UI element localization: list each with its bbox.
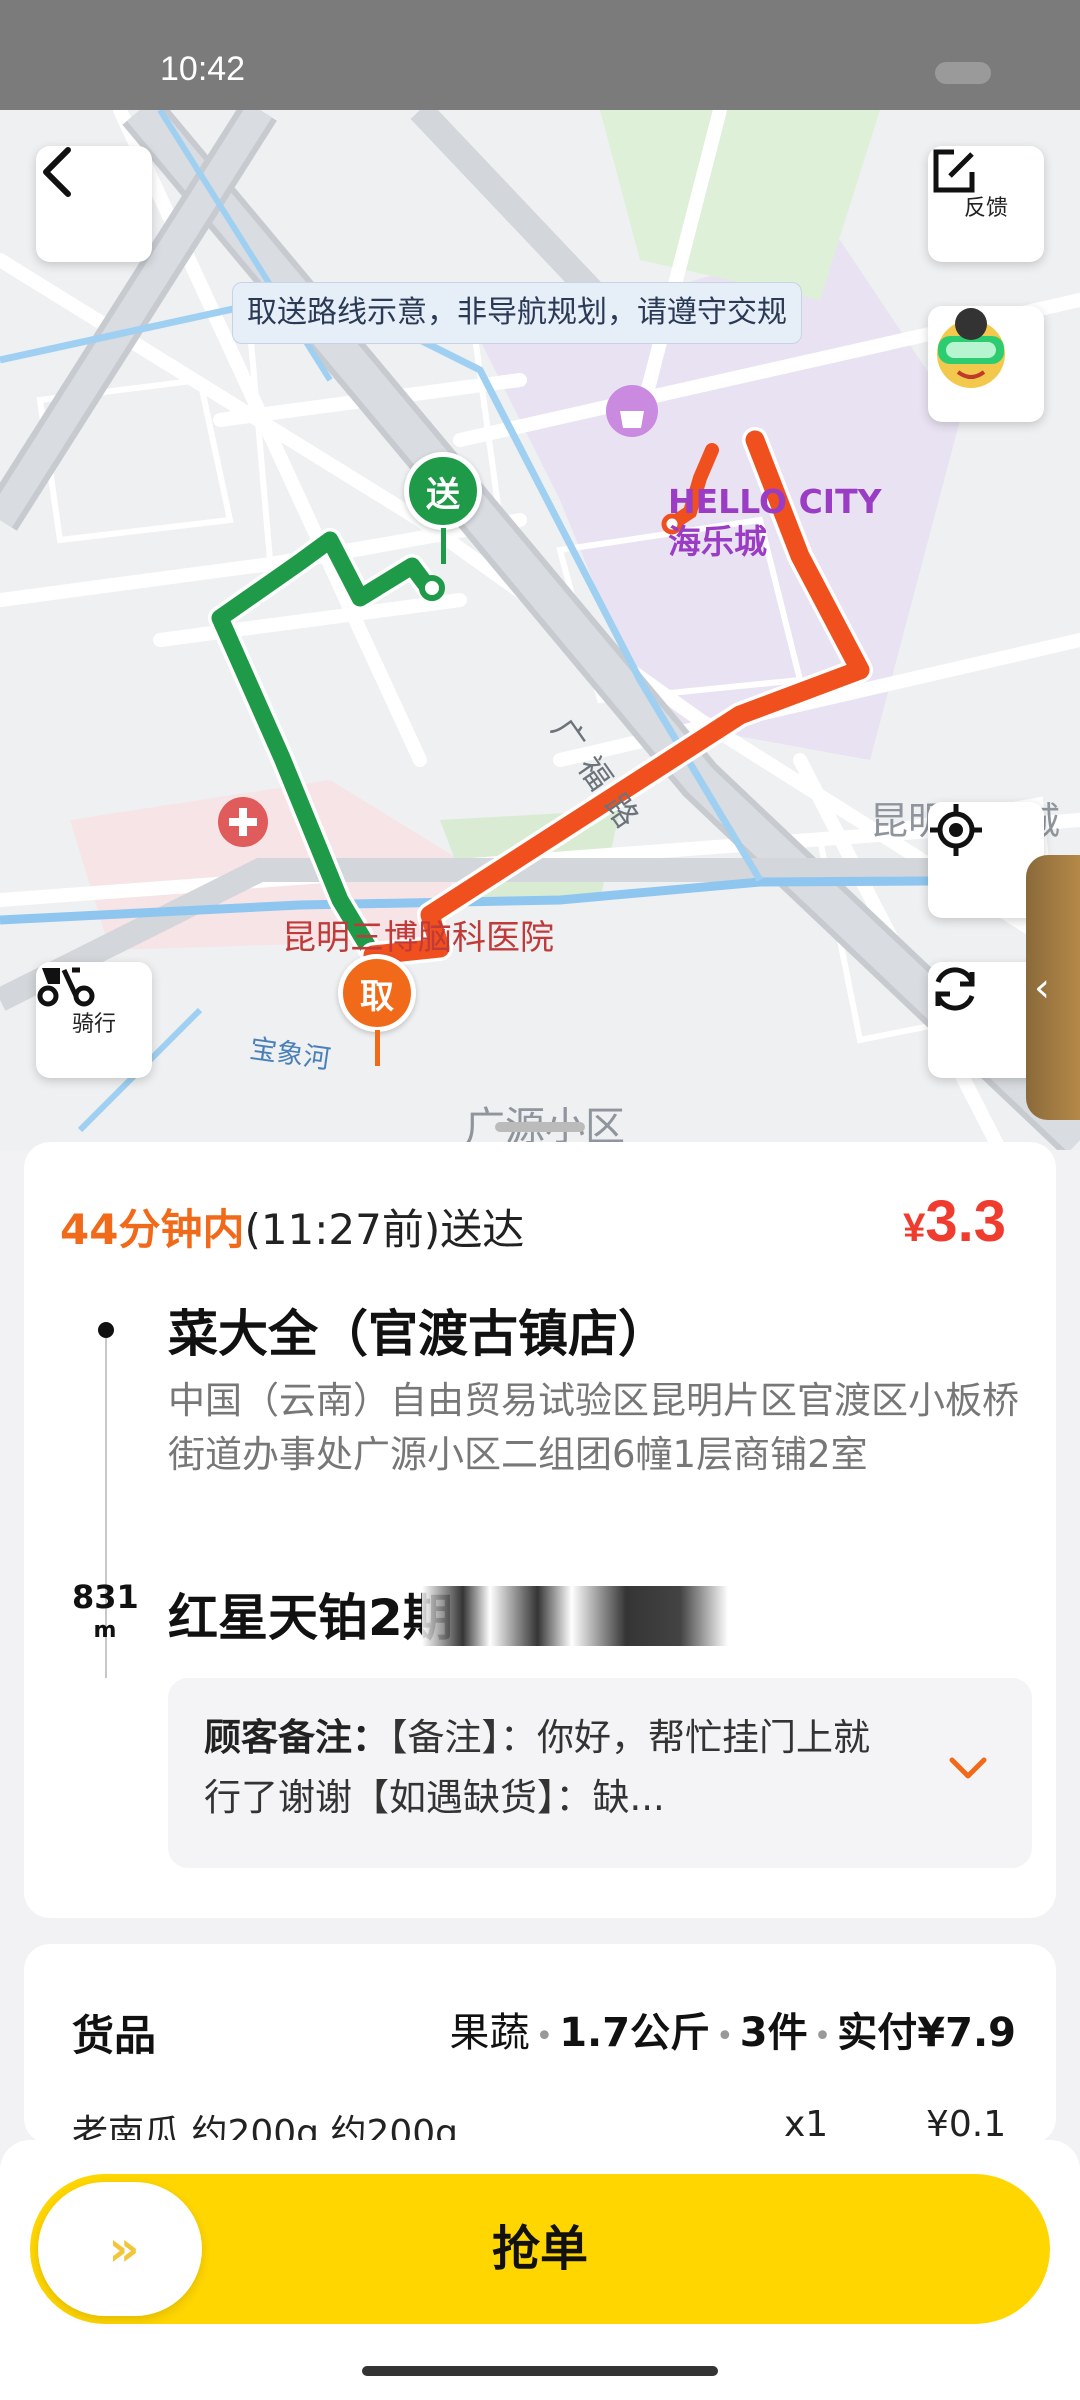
separator-dot: •	[813, 2019, 832, 2054]
slider-knob[interactable]: »	[38, 2182, 202, 2316]
shop-address: 中国（云南）自由贸易试验区昆明片区官渡区小板桥街道办事处广源小区二组团6幢1层商…	[168, 1379, 1019, 1476]
status-indicators	[935, 62, 991, 84]
destination-redaction	[422, 1586, 762, 1646]
route-map[interactable]: 送 取 广福路 HELLO CITY 海乐城 昆明世纪城 昆明三博脑科医院 宝象…	[0, 110, 1080, 1150]
assistant-avatar-button[interactable]	[928, 306, 1044, 422]
home-indicator[interactable]	[362, 2366, 718, 2376]
goods-item-qty: x1	[784, 2104, 829, 2144]
refresh-icon	[935, 967, 975, 1011]
goods-item-price: ¥0.1	[926, 2104, 1007, 2144]
goods-paid: 实付¥7.9	[837, 2010, 1016, 2056]
remark-label: 顾客备注：	[204, 1716, 389, 1759]
locate-icon	[930, 804, 982, 856]
deliver-marker[interactable]: 送	[404, 452, 482, 530]
customer-remark[interactable]: 顾客备注：【备注】：你好，帮忙挂门上就行了谢谢【如遇缺货】：缺...	[168, 1678, 1032, 1868]
eta-duration: 44分钟内	[60, 1205, 245, 1254]
edit-icon	[933, 149, 975, 193]
bottom-action-bar: 抢单 »	[0, 2140, 1080, 2400]
goods-title: 货品	[72, 2011, 157, 2060]
map-canvas	[0, 110, 1080, 1150]
ride-mode-button[interactable]: 骑行	[36, 962, 152, 1078]
destination-name: 红星天铂2期	[168, 1589, 453, 1647]
double-chevron-right-icon: »	[108, 2221, 139, 2277]
poi-hello-city-name-en: HELLO CITY	[668, 482, 882, 521]
grab-order-slider[interactable]: 抢单 »	[30, 2174, 1050, 2324]
sheet-grabber[interactable]	[495, 1122, 585, 1132]
remark-text-block: 顾客备注：【备注】：你好，帮忙挂门上就行了谢谢【如遇缺货】：缺...	[204, 1708, 884, 1828]
delivery-eta: 44分钟内(11:27前)送达	[60, 1196, 524, 1257]
distance-badge: 831 m	[72, 1578, 139, 1648]
order-card: 44分钟内(11:27前)送达 ¥3.3 831 m 菜大全（官渡古镇店） 中国…	[24, 1142, 1056, 1918]
deliver-marker-label: 送	[426, 474, 460, 515]
rider-mascot-icon	[937, 308, 1005, 388]
status-time: 10:42	[160, 50, 246, 88]
goods-item-name: 老南瓜 约200g 约200g	[72, 2113, 459, 2144]
status-bar: 10:42	[0, 0, 1080, 110]
separator-dot: •	[716, 2019, 734, 2054]
shop-name: 菜大全（官渡古镇店）	[168, 1305, 668, 1363]
feedback-button[interactable]: 反馈	[928, 146, 1044, 262]
ride-mode-label: 骑行	[71, 1012, 116, 1037]
back-arrow-icon	[43, 147, 71, 197]
eta-deadline: (11:27前)送达	[244, 1205, 525, 1254]
separator-dot: •	[535, 2019, 554, 2054]
chevron-down-icon[interactable]	[938, 1738, 998, 1798]
goods-summary: 果蔬 • 1.7公斤 • 3件 • 实付¥7.9	[449, 2000, 1016, 2058]
goods-card: 货品 果蔬 • 1.7公斤 • 3件 • 实付¥7.9 老南瓜 约200g 约200g x1…	[24, 1944, 1056, 2144]
distance-unit: m	[93, 1618, 117, 1643]
fee-value: 3.3	[925, 1189, 1006, 1254]
pickup-dot	[98, 1322, 114, 1338]
poi-hospital[interactable]: 昆明三博脑科医院	[282, 910, 554, 959]
distance-value: 831	[72, 1578, 139, 1616]
goods-category: 果蔬	[449, 2010, 530, 2056]
back-button[interactable]	[36, 146, 152, 262]
chevron-left-icon: ‹	[1034, 965, 1050, 1011]
scooter-icon	[37, 967, 95, 1007]
pickup-marker[interactable]: 取	[338, 954, 416, 1032]
poi-hello-city[interactable]: HELLO CITY 海乐城	[668, 482, 882, 562]
pickup-marker-label: 取	[360, 976, 394, 1017]
goods-count: 3件	[739, 2010, 808, 2056]
goods-weight: 1.7公斤	[559, 2010, 711, 2056]
pickup-marker-stem	[375, 1030, 380, 1066]
delivery-endpoint	[419, 575, 445, 601]
fee-currency: ¥	[903, 1206, 926, 1250]
order-fee: ¥3.3	[903, 1188, 1006, 1255]
route-notice: 取送路线示意，非导航规划，请遵守交规	[232, 282, 802, 344]
poi-hello-city-name-cn: 海乐城	[668, 522, 767, 561]
deliver-marker-stem	[441, 528, 446, 564]
